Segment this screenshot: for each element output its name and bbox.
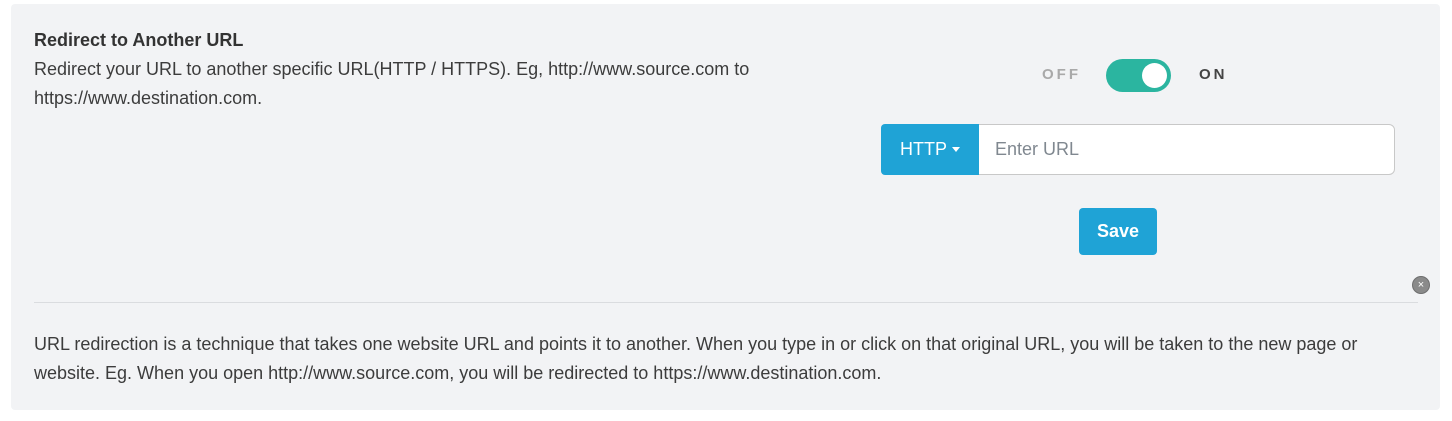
toggle-off-label: OFF xyxy=(1042,66,1081,83)
redirect-settings-card: Redirect to Another URL Redirect your UR… xyxy=(11,4,1440,410)
divider xyxy=(34,302,1418,303)
caret-down-icon xyxy=(952,147,960,152)
toggle-knob xyxy=(1142,63,1167,88)
redirect-toggle-switch[interactable] xyxy=(1106,59,1171,92)
section-description: Redirect your URL to another specific UR… xyxy=(34,59,750,108)
info-text: URL redirection is a technique that take… xyxy=(34,334,1358,383)
close-icon[interactable]: × xyxy=(1412,276,1430,294)
protocol-label: HTTP xyxy=(900,139,947,159)
protocol-dropdown-button[interactable]: HTTP xyxy=(881,124,979,175)
save-button[interactable]: Save xyxy=(1079,208,1157,255)
url-input[interactable] xyxy=(979,124,1395,175)
toggle-on-label: ON xyxy=(1199,66,1228,83)
url-input-group: HTTP xyxy=(881,124,1395,175)
section-title: Redirect to Another URL xyxy=(34,30,244,50)
